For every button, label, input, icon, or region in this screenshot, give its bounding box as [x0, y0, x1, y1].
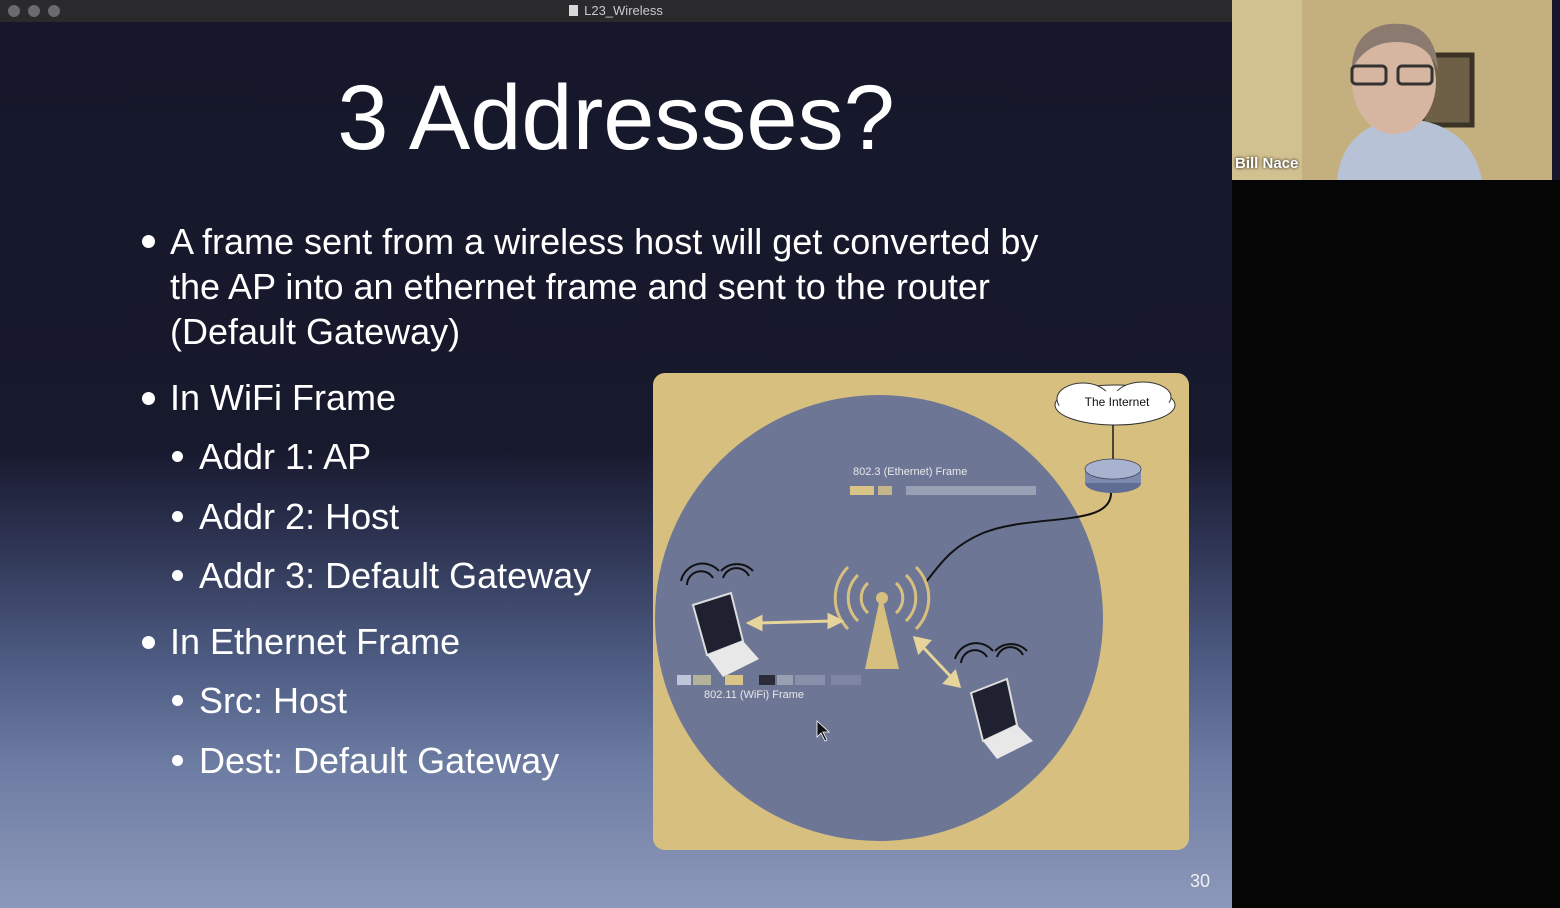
slide: 3 Addresses? A frame sent from a wireles…: [0, 22, 1232, 908]
window-titlebar: L23_Wireless: [0, 0, 1232, 23]
participant-video-image: [1232, 0, 1552, 180]
sub-bullet-dot: [172, 570, 183, 581]
router-icon: [1084, 458, 1142, 493]
ethernet-frame-bar: [850, 486, 874, 495]
wifi-frame-label: 802.11 (WiFi) Frame: [704, 689, 805, 701]
sub-bullet-dot: [172, 695, 183, 706]
bullet-dot: [142, 235, 155, 248]
bullet-text: In Ethernet Frame: [170, 621, 461, 662]
sub-bullet-text: Addr 1: AP: [199, 436, 372, 477]
laptop-icon: [954, 642, 1033, 759]
ethernet-frame-label: 802.3 (Ethernet) Frame: [853, 466, 968, 478]
sub-bullet-text: Addr 3: Default Gateway: [199, 555, 592, 596]
bullet-text: (Default Gateway): [170, 311, 461, 352]
bullet-dot: [142, 636, 155, 649]
wifi-link-arrow: [912, 636, 962, 688]
participant-name: Bill Nace: [1235, 155, 1299, 172]
bullet-dot: [142, 392, 155, 405]
wifi-frame-bar: [677, 675, 861, 685]
wireless-network-figure: The Internet 802.3 (Ethernet) Frame 802.…: [653, 373, 1189, 850]
laptop-icon: [680, 562, 759, 677]
slide-title: 3 Addresses?: [337, 67, 895, 169]
sub-bullet-dot: [172, 511, 183, 522]
mouse-cursor-icon: [816, 720, 831, 742]
window-title: L23_Wireless: [0, 3, 1232, 18]
sub-bullet-dot: [172, 755, 183, 766]
ethernet-cable: [924, 492, 1112, 584]
bullet-text: In WiFi Frame: [170, 377, 397, 418]
slide-number: 30: [1190, 871, 1211, 891]
sub-bullet-dot: [172, 451, 183, 462]
video-panel-background: [1232, 180, 1560, 908]
internet-label: The Internet: [1084, 395, 1150, 409]
access-point-icon: [833, 565, 931, 669]
sub-bullet-text: Src: Host: [199, 680, 348, 721]
participant-video[interactable]: Bill Nace: [1232, 0, 1552, 180]
sub-bullet-text: Dest: Default Gateway: [199, 740, 560, 781]
sub-bullet-text: Addr 2: Host: [199, 496, 400, 537]
network-diagram: [677, 381, 1176, 759]
window-title-text: L23_Wireless: [584, 3, 663, 18]
bullet-text: the AP into an ethernet frame and sent t…: [170, 266, 990, 307]
bullet-text: A frame sent from a wireless host will g…: [170, 221, 1039, 262]
document-icon: [569, 5, 579, 16]
wifi-link-arrow: [745, 612, 845, 632]
